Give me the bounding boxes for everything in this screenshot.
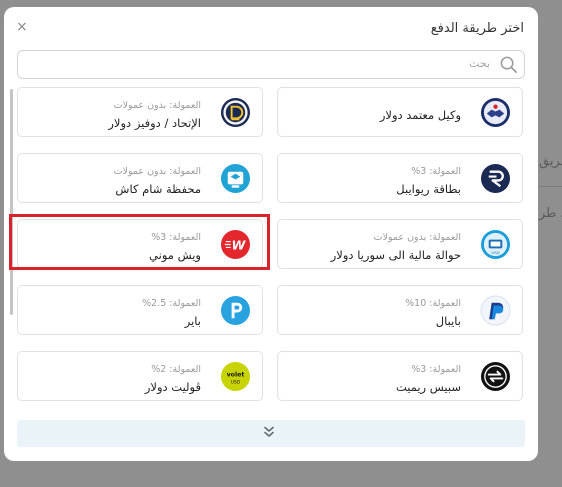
method-fee: العمولة: 10% (405, 298, 461, 309)
method-name: ڤوليت دولار (144, 380, 201, 394)
selection-highlight (9, 214, 270, 270)
method-wakeel-dollar[interactable]: وكيل معتمد دولار (277, 87, 523, 137)
sham-cash-logo-icon (220, 163, 251, 194)
close-icon[interactable]: × (16, 19, 28, 35)
method-name: الإتحاد / دوفيز دولار (108, 116, 201, 130)
volet-logo-icon: volet USD (220, 361, 251, 392)
method-rewaibel-card[interactable]: العمولة: 3% بطاقة ريوايبل (277, 153, 523, 203)
method-name: حوالة مالية الى سوريا دولار (330, 248, 461, 262)
background-divider (537, 186, 562, 187)
method-name: محفظة شام كاش (115, 182, 201, 196)
search-icon (500, 56, 517, 73)
method-name: بايبال (435, 314, 461, 328)
method-name: بطاقة ريوايبل (396, 182, 461, 196)
search-placeholder: بحث (469, 57, 490, 70)
method-fee: العمولة: 2% (151, 364, 201, 375)
money-transfer-icon: USD (480, 229, 511, 260)
search-input[interactable]: بحث (17, 50, 525, 79)
background-label-2: د طر (539, 206, 562, 221)
method-fee: العمولة: بدون عمولات (113, 100, 201, 111)
background-page (537, 0, 562, 487)
method-sham-cash[interactable]: العمولة: بدون عمولات محفظة شام كاش (17, 153, 263, 203)
method-space-remit[interactable]: العمولة: 3% سبيس ريميت (277, 351, 523, 401)
method-paypal[interactable]: العمولة: 10% بايبال (277, 285, 523, 335)
method-payeer[interactable]: العمولة: 2.5% باير (17, 285, 263, 335)
agent-handshake-icon (480, 97, 511, 128)
method-fee: العمولة: 2.5% (142, 298, 201, 309)
modal-title: اختر طريقة الدفع (430, 21, 524, 36)
double-chevron-down-icon (264, 426, 274, 437)
method-fee: العمولة: بدون عمولات (373, 232, 461, 243)
method-union-doviz[interactable]: العمولة: بدون عمولات الإتحاد / دوفيز دول… (17, 87, 263, 137)
paypal-logo-icon (480, 295, 511, 326)
method-volet-dollar[interactable]: volet USD العمولة: 2% ڤوليت دولار (17, 351, 263, 401)
rewaibel-logo-icon (480, 163, 511, 194)
svg-text:volet: volet (227, 372, 245, 379)
method-name: سبيس ريميت (395, 380, 461, 394)
load-more-button[interactable] (17, 420, 525, 447)
svg-text:USD: USD (231, 379, 241, 385)
method-syria-transfer[interactable]: USD العمولة: بدون عمولات حوالة مالية الى… (277, 219, 523, 269)
method-fee: العمولة: بدون عمولات (113, 166, 201, 177)
svg-text:USD: USD (491, 250, 499, 255)
method-name: باير (184, 314, 201, 328)
background-label-1: طريق (539, 154, 562, 169)
method-name: وكيل معتمد دولار (379, 108, 461, 122)
space-remit-logo-icon (480, 361, 511, 392)
list-scrollbar[interactable] (10, 89, 13, 315)
payeer-logo-icon (220, 295, 251, 326)
doviz-logo-icon (220, 97, 251, 128)
method-fee: العمولة: 3% (411, 166, 461, 177)
method-fee: العمولة: 3% (411, 364, 461, 375)
